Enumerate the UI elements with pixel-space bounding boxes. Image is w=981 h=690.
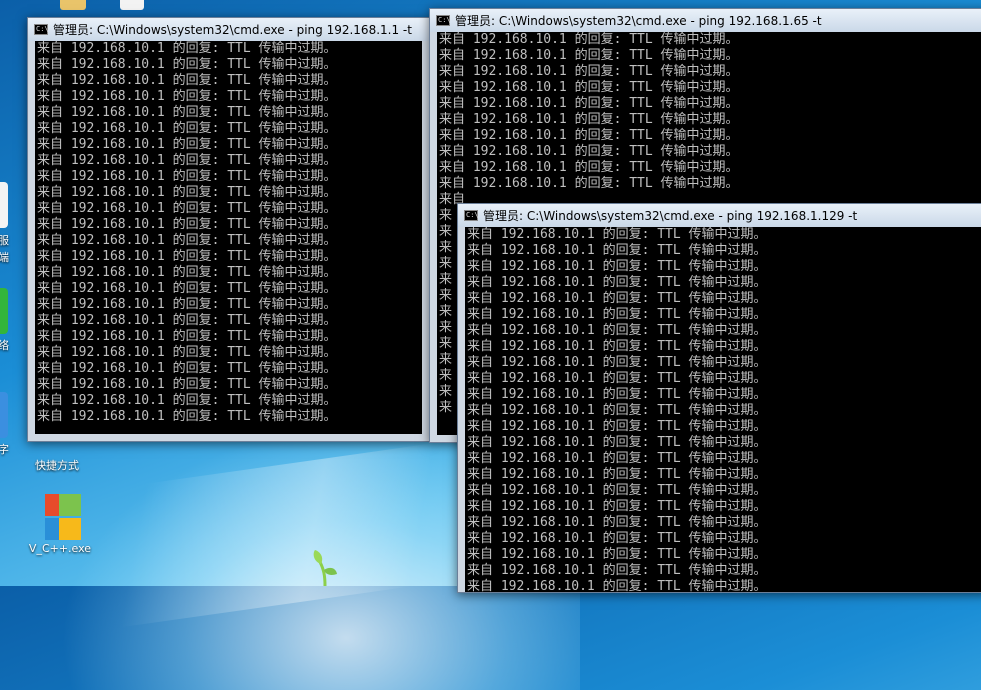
cmd-window-1-titlebar[interactable]: C:\ 管理员: C:\Windows\system32\cmd.exe - p… xyxy=(28,18,429,41)
console-line: 来自 192.168.10.1 的回复: TTL 传输中过期。 xyxy=(467,547,767,562)
console-line: 来自 192.168.10.1 的回复: TTL 传输中过期。 xyxy=(37,169,337,184)
console-line: 来自 192.168.10.1 的回复: TTL 传输中过期。 xyxy=(467,371,767,386)
cmd-window-3-titlebar[interactable]: C:\ 管理员: C:\Windows\system32\cmd.exe - p… xyxy=(458,204,981,227)
cmd-window-2-titlebar[interactable]: C:\ 管理员: C:\Windows\system32\cmd.exe - p… xyxy=(430,9,981,32)
partial-label-1: 服 xyxy=(0,234,9,247)
app-tile-green-icon[interactable] xyxy=(0,288,8,334)
cmd-icon: C:\ xyxy=(464,210,479,221)
console-line: 来自 192.168.10.1 的回复: TTL 传输中过期。 xyxy=(467,259,767,274)
file-icon[interactable] xyxy=(120,0,144,10)
console-line: 来自 192.168.10.1 的回复: TTL 传输中过期。 xyxy=(439,128,739,143)
cmd-window-1[interactable]: C:\ 管理员: C:\Windows\system32\cmd.exe - p… xyxy=(27,17,430,442)
console-line: 来自 192.168.10.1 的回复: TTL 传输中过期。 xyxy=(37,329,337,344)
console-line: 来自 192.168.10.1 的回复: TTL 传输中过期。 xyxy=(37,73,337,88)
console-line: 来自 192.168.10.1 的回复: TTL 传输中过期。 xyxy=(439,48,739,63)
console-line: 来自 192.168.10.1 的回复: TTL 传输中过期。 xyxy=(37,297,337,312)
console-line: 来自 192.168.10.1 的回复: TTL 传输中过期。 xyxy=(37,137,337,152)
console-line: 来自 192.168.10.1 的回复: TTL 传输中过期。 xyxy=(37,217,337,232)
console-line: 来自 192.168.10.1 的回复: TTL 传输中过期。 xyxy=(467,291,767,306)
partial-label-2: 端 xyxy=(0,251,9,264)
console-line: 来自 192.168.10.1 的回复: TTL 传输中过期。 xyxy=(37,185,337,200)
console-line: 来自 192.168.10.1 的回复: TTL 传输中过期。 xyxy=(467,563,767,578)
console-line: 来自 192.168.10.1 的回复: TTL 传输中过期。 xyxy=(37,153,337,168)
console-line: 来自 192.168.10.1 的回复: TTL 传输中过期。 xyxy=(439,112,739,127)
console-line: 来自 192.168.10.1 的回复: TTL 传输中过期。 xyxy=(439,32,739,47)
app-tile-blue-icon[interactable] xyxy=(0,392,8,438)
folder-icon[interactable] xyxy=(60,0,86,10)
console-line: 来自 192.168.10.1 的回复: TTL 传输中过期。 xyxy=(467,403,767,418)
console-line: 来自 192.168.10.1 的回复: TTL 传输中过期。 xyxy=(37,393,337,408)
cmd-window-3-title: 管理员: C:\Windows\system32\cmd.exe - ping … xyxy=(483,209,858,223)
console-line: 来自 192.168.10.1 的回复: TTL 传输中过期。 xyxy=(37,281,337,296)
console-line: 来自 192.168.10.1 的回复: TTL 传输中过期。 xyxy=(467,435,767,450)
console-line: 来自 192.168.10.1 的回复: TTL 传输中过期。 xyxy=(439,96,739,111)
console-line: 来自 192.168.10.1 的回复: TTL 传输中过期。 xyxy=(37,361,337,376)
console-line: 来自 192.168.10.1 的回复: TTL 传输中过期。 xyxy=(439,144,739,159)
console-line: 来自 192.168.10.1 的回复: TTL 传输中过期。 xyxy=(467,419,767,434)
app-tile-white-icon[interactable] xyxy=(0,182,8,228)
console-line: 来自 192.168.10.1 的回复: TTL 传输中过期。 xyxy=(467,531,767,546)
partial-label-4: 字 xyxy=(0,443,9,456)
shortcut-label[interactable]: 快捷方式 xyxy=(35,459,79,473)
console-line: 来自 192.168.10.1 的回复: TTL 传输中过期。 xyxy=(467,227,767,242)
cmd-icon: C:\ xyxy=(34,24,49,35)
console-line: 来自 192.168.10.1 的回复: TTL 传输中过期。 xyxy=(467,323,767,338)
console-line: 来自 192.168.10.1 的回复: TTL 传输中过期。 xyxy=(37,313,337,328)
console-line: 来自 192.168.10.1 的回复: TTL 传输中过期。 xyxy=(439,160,739,175)
console-line: 来自 192.168.10.1 的回复: TTL 传输中过期。 xyxy=(37,265,337,280)
console-line: 来自 192.168.10.1 的回复: TTL 传输中过期。 xyxy=(467,307,767,322)
console-line: 来自 192.168.10.1 的回复: TTL 传输中过期。 xyxy=(467,451,767,466)
cmd-icon: C:\ xyxy=(436,15,451,26)
cmd-window-1-console[interactable]: 来自 192.168.10.1 的回复: TTL 传输中过期。 来自 192.16… xyxy=(35,41,422,434)
console-line: 来自 192.168.10.1 的回复: TTL 传输中过期。 xyxy=(37,249,337,264)
windows-logo-icon xyxy=(45,494,81,540)
console-line: 来自 192.168.10.1 的回复: TTL 传输中过期。 xyxy=(467,515,767,530)
console-line: 来自 192.168.10.1 的回复: TTL 传输中过期。 xyxy=(37,409,337,424)
console-line: 来自 192.168.10.1 的回复: TTL 传输中过期。 xyxy=(37,345,337,360)
cmd-window-3-console[interactable]: 来自 192.168.10.1 的回复: TTL 传输中过期。 来自 192.16… xyxy=(465,227,981,592)
console-line: 来自 192.168.10.1 的回复: TTL 传输中过期。 xyxy=(467,483,767,498)
console-line: 来自 192.168.10.1 的回复: TTL 传输中过期。 xyxy=(439,176,739,191)
console-line: 来自 192.168.10.1 的回复: TTL 传输中过期。 xyxy=(439,64,739,79)
cmd-window-2-title: 管理员: C:\Windows\system32\cmd.exe - ping … xyxy=(455,14,822,28)
desktop-icon-vc-label: V_C++.exe xyxy=(28,542,92,555)
sprout-icon xyxy=(313,550,337,586)
console-line: 来自 192.168.10.1 的回复: TTL 传输中过期。 xyxy=(439,80,739,95)
console-line: 来自 192.168.10.1 的回复: TTL 传输中过期。 xyxy=(37,201,337,216)
console-line: 来自 192.168.10.1 的回复: TTL 传输中过期。 xyxy=(467,467,767,482)
console-line: 来自 192.168.10.1 的回复: TTL 传输中过期。 xyxy=(37,377,337,392)
console-line: 来自 192.168.10.1 的回复: TTL 传输中过期。 xyxy=(37,57,337,72)
cmd-window-1-title: 管理员: C:\Windows\system32\cmd.exe - ping … xyxy=(53,23,412,37)
console-line: 来自 192.168.10.1 的回复: TTL 传输中过期。 xyxy=(467,387,767,402)
console-line: 来自 192.168.10.1 的回复: TTL 传输中过期。 xyxy=(467,275,767,290)
partial-label-3: 络 xyxy=(0,339,9,352)
console-line: 来自 192.168.10.1 的回复: TTL 传输中过期。 xyxy=(467,243,767,258)
console-line: 来自 192.168.10.1 的回复: TTL 传输中过期。 xyxy=(37,89,337,104)
console-line: 来自 192.168.10.1 的回复: TTL 传输中过期。 xyxy=(467,499,767,514)
console-line: 来自 192.168.10.1 的回复: TTL 传输中过期。 xyxy=(37,233,337,248)
desktop-icon-vc[interactable]: V_C++.exe xyxy=(25,492,95,556)
console-line: 来自 192.168.10.1 的回复: TTL 传输中过期。 xyxy=(37,41,337,56)
console-line: 来自 192.168.10.1 的回复: TTL 传输中过期。 xyxy=(37,105,337,120)
console-line: 来自 192.168.10.1 的回复: TTL 传输中过期。 xyxy=(467,355,767,370)
cmd-window-3[interactable]: C:\ 管理员: C:\Windows\system32\cmd.exe - p… xyxy=(457,203,981,593)
console-line: 来自 192.168.10.1 的回复: TTL 传输中过期。 xyxy=(467,339,767,354)
console-line: 来自 192.168.10.1 的回复: TTL 传输中过期。 xyxy=(37,121,337,136)
